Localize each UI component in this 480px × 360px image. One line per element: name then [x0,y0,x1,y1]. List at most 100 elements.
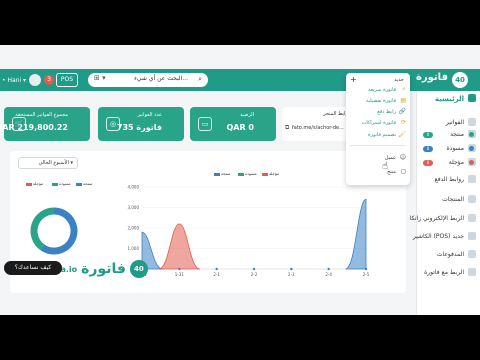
sidebar-item-icon [468,118,476,126]
menu-item-icon: 🔗 [398,108,406,115]
stat-card[interactable]: عدد الفواتير 735 فاتورة ◎ [98,107,184,141]
plus-icon[interactable]: + [350,75,357,84]
period-select[interactable]: الأسبوع الحالي ▾ [18,157,78,169]
x-tick-label: 2-2 [251,272,258,277]
stat-card-icon: ◎ [106,117,120,131]
x-tick-label: 2-5 [363,272,370,277]
legend-item[interactable]: مسودة [238,171,257,176]
brand-logo[interactable]: 40 [452,72,468,88]
legend-item[interactable]: مسودة [52,181,71,186]
sidebar-item[interactable]: الفواتير [446,119,464,126]
area-series-peak[interactable] [158,223,201,270]
sidebar-item[interactable]: روابط الدفع [435,176,464,183]
stat-card[interactable]: مجموع الفواتير المستحقة QAR 219,800.22 🛒 [0,107,90,141]
sidebar-item-icon [468,214,476,222]
store-link-title: رابط المتجر [323,111,348,117]
sidebar-item[interactable]: منتجة [450,131,464,138]
mouse-cursor-icon: ☝ [382,161,389,172]
legend-swatch [238,172,244,176]
sidebar: الرئيسية الفواتير منتجة 0 مسودة 0 مؤجلة 0 روابط … [410,91,480,315]
legend-label: مؤجلة [33,181,44,186]
stat-card-icon: 🛒 [12,117,26,131]
data-point[interactable] [215,267,218,271]
user-name[interactable]: • Hani ▾ [2,77,26,84]
legend-item[interactable]: منتجة [76,181,92,186]
donut-slice[interactable] [40,207,78,255]
search-box[interactable]: ⌕ البحث عن أي شيء... ⊞ ▾ [88,73,208,87]
sidebar-item[interactable]: الكاشير (POS) جديد [413,233,464,240]
stat-card[interactable]: الرصيد QAR 0 ▭ [190,107,276,141]
sidebar-item[interactable]: المنتجات [442,196,464,203]
stat-card-icon: ▭ [198,117,212,131]
legend-item[interactable]: مؤجلة [26,181,43,186]
legend-swatch [26,182,32,186]
sidebar-item-icon [468,94,476,102]
legend-label: منتجة [221,171,231,176]
menu-divider [350,145,406,146]
data-point[interactable] [290,267,293,271]
legend-swatch [52,182,58,186]
menu-item[interactable]: فاتورة تفصيلية [366,98,396,104]
menu-item[interactable]: تصميم فاتورة [368,132,396,138]
pos-button[interactable]: POS [56,73,78,87]
status-dot [469,160,474,165]
search-input[interactable]: البحث عن أي شيء... [134,75,188,82]
donut-slice[interactable] [30,207,55,251]
top-spacer [0,45,480,69]
avatar[interactable] [29,74,42,86]
store-link-url[interactable]: fato.me/s/achor-de... [292,125,350,131]
status-dot [469,132,474,137]
sidebar-item-icon [468,268,476,276]
y-tick-label: 4,000 [128,185,140,190]
legend-label: مسودة [245,171,257,176]
sidebar-item-icon [468,232,476,240]
sidebar-item[interactable]: مؤجلة [449,159,464,166]
y-tick-label: 2,000 [128,226,140,231]
data-point[interactable] [364,267,368,271]
legend-label: مسودة [59,181,71,186]
menu-item-icon: ⚡ [401,86,406,93]
status-dot [469,146,474,151]
menu-item[interactable]: رابط دفع [377,109,396,115]
y-tick-label: 1,000 [128,246,140,251]
sidebar-item[interactable]: الربط الإلكتروني زاتكا [410,215,464,222]
sidebar-item[interactable]: المدفوعات [437,251,464,258]
stat-card-title: عدد الفواتير [137,112,163,118]
sidebar-item[interactable]: الربط مع فاتورة [424,269,464,276]
area-series-peak[interactable] [345,198,367,270]
menu-item-icon: ▤ [400,97,406,104]
sidebar-item[interactable]: مسودة [447,145,464,152]
sidebar-item-icon [468,250,476,258]
menu-item[interactable]: فاتورة سريعة [368,87,396,93]
legend-item[interactable]: مؤجلة [262,171,279,176]
stat-card-value: 735 فاتورة [116,123,162,132]
data-point[interactable] [327,267,330,271]
x-tick-label: 2-3 [288,272,295,277]
menu-item-icon: ⟳ [400,119,406,126]
legend-label: منتجة [83,181,93,186]
count-badge: 0 [423,146,433,152]
data-point[interactable] [178,267,181,271]
menu-item-icon: ☺ [399,154,406,161]
stat-card-value: QAR 219,800.22 [0,123,68,132]
sidebar-item-icon [468,195,476,203]
legend-item[interactable]: منتجة [214,171,230,176]
menu-item[interactable]: فاتورة اشتراكات [362,120,396,126]
legend-swatch [214,172,220,176]
user-menu[interactable]: • Hani ▾ 3 [2,73,55,87]
y-tick-label: 3,000 [128,205,140,210]
brand-name[interactable]: فاتورة [416,72,448,83]
sidebar-item[interactable]: الرئيسية [435,95,464,103]
app-screen: 40 فاتورة ⌕ البحث عن أي شيء... ⊞ ▾ POS •… [0,45,480,315]
watermark-logo: 40 [129,260,148,278]
legend-label: مؤجلة [269,171,280,176]
menu-item-icon: ◻ [401,168,406,175]
help-chat-button[interactable]: كيف نساعدك؟ [4,261,62,275]
stat-card-value: QAR 0 [226,123,254,132]
copy-icon[interactable]: ⧉ [285,124,289,132]
search-scope-select[interactable]: ⊞ ▾ [94,74,106,82]
data-point[interactable] [252,267,256,271]
sidebar-item-icon [468,175,476,183]
menu-item[interactable]: منتج [387,169,396,175]
notification-icon[interactable]: 3 [44,75,55,85]
